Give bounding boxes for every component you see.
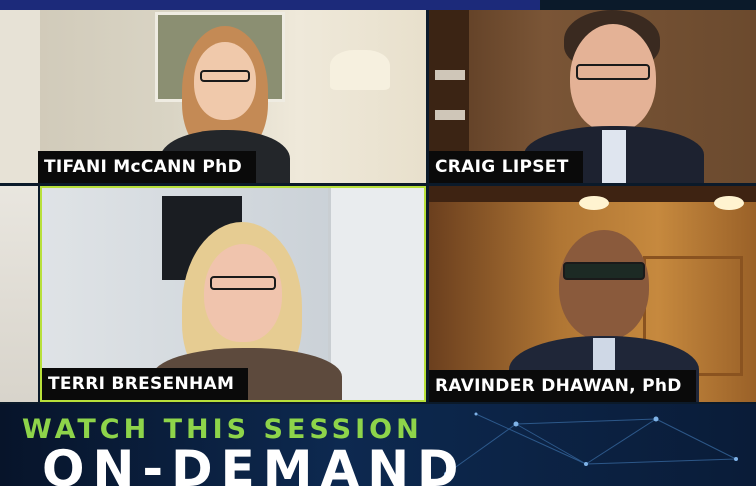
name-label-ravinder: RAVINDER DHAWAN, PhD — [429, 370, 696, 402]
video-tile-ravinder[interactable]: RAVINDER DHAWAN, PhD — [429, 186, 756, 402]
name-label-tifani: TIFANI McCANN PhD — [38, 151, 256, 183]
name-label-terri: TERRI BRESENHAM — [42, 368, 249, 400]
video-tile-craig[interactable]: CRAIG LIPSET — [429, 10, 756, 183]
top-accent-bar — [0, 0, 540, 10]
watch-on-demand-banner[interactable]: WATCH THIS SESSION ON-DEMAND — [0, 404, 756, 486]
banner-subheadline: ON-DEMAND — [42, 440, 467, 486]
video-tile-edge — [0, 186, 38, 402]
video-tile-tifani[interactable]: TIFANI McCANN PhD — [0, 10, 426, 183]
name-label-craig: CRAIG LIPSET — [429, 151, 583, 183]
network-graphic — [444, 412, 738, 476]
video-tile-terri[interactable]: TERRI BRESENHAM — [40, 186, 426, 402]
